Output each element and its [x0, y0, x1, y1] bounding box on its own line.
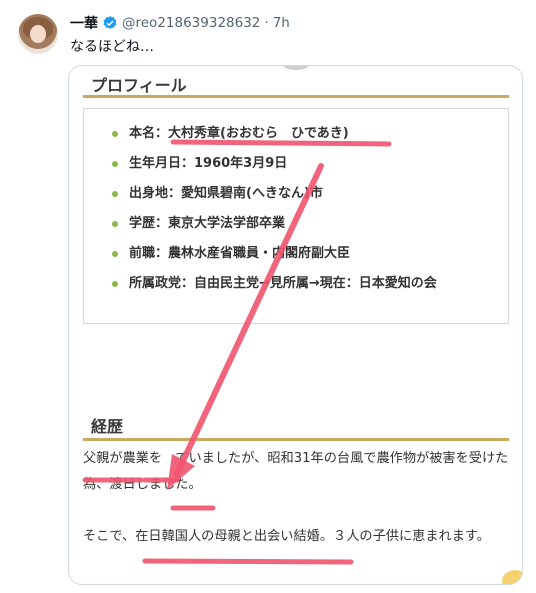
- career-text: 父親が農業を ていましたが、昭和31年の台風で農作物が被害を受けた為、渡日しまし…: [83, 446, 513, 576]
- bullet-icon: [112, 221, 118, 227]
- career-rule: [83, 438, 509, 441]
- attached-image[interactable]: プロフィール 本名：大村秀章(おおむら ひであき) 生年月日：1960年3月9日…: [68, 65, 523, 585]
- list-item: 前職：農林水産省職員・内閣府副大臣: [112, 239, 437, 269]
- profile-box: 本名：大村秀章(おおむら ひであき) 生年月日：1960年3月9日 出身地：愛知…: [83, 108, 509, 324]
- decorative-blob: [283, 66, 309, 70]
- list-item: 出身地：愛知県碧南(へきなん)市: [112, 179, 437, 209]
- bullet-icon: [112, 161, 118, 167]
- list-item: 所属政党：自由民主党→見所属→現在：日本愛知の会: [112, 269, 437, 299]
- avatar-face: [30, 25, 46, 43]
- decorative-blob: [502, 570, 522, 584]
- timestamp[interactable]: 7h: [273, 15, 290, 31]
- tweet: 一華 @reo218639328632 · 7h なるほどね… プロフィール 本…: [0, 0, 536, 593]
- avatar[interactable]: [18, 14, 58, 54]
- tweet-text: なるほどね…: [70, 39, 154, 55]
- career-paragraph: そこで、在日韓国人の母親と出会い結婚。３人の子供に恵まれます。: [83, 529, 490, 544]
- profile-list: 本名：大村秀章(おおむら ひであき) 生年月日：1960年3月9日 出身地：愛知…: [112, 119, 437, 299]
- author-name[interactable]: 一華: [70, 13, 98, 33]
- list-item: 本名：大村秀章(おおむら ひであき): [112, 119, 437, 149]
- career-paragraph: 父親が農業を ていましたが、昭和31年の台風で農作物が被害を受けた為、渡日しまし…: [83, 451, 509, 492]
- author-handle[interactable]: @reo218639328632: [122, 15, 260, 31]
- separator-dot: ·: [264, 15, 269, 31]
- career-heading: 経歴: [91, 417, 124, 436]
- profile-heading: プロフィール: [91, 76, 187, 95]
- bullet-icon: [112, 191, 118, 197]
- list-item: 学歴：東京大学法学部卒業: [112, 209, 437, 239]
- tweet-header: 一華 @reo218639328632 · 7h: [70, 14, 290, 32]
- list-item: 生年月日：1960年3月9日: [112, 149, 437, 179]
- profile-rule: [83, 95, 509, 98]
- verified-badge-icon: [103, 16, 117, 29]
- bullet-icon: [112, 131, 118, 137]
- bullet-icon: [112, 281, 118, 287]
- bullet-icon: [112, 251, 118, 257]
